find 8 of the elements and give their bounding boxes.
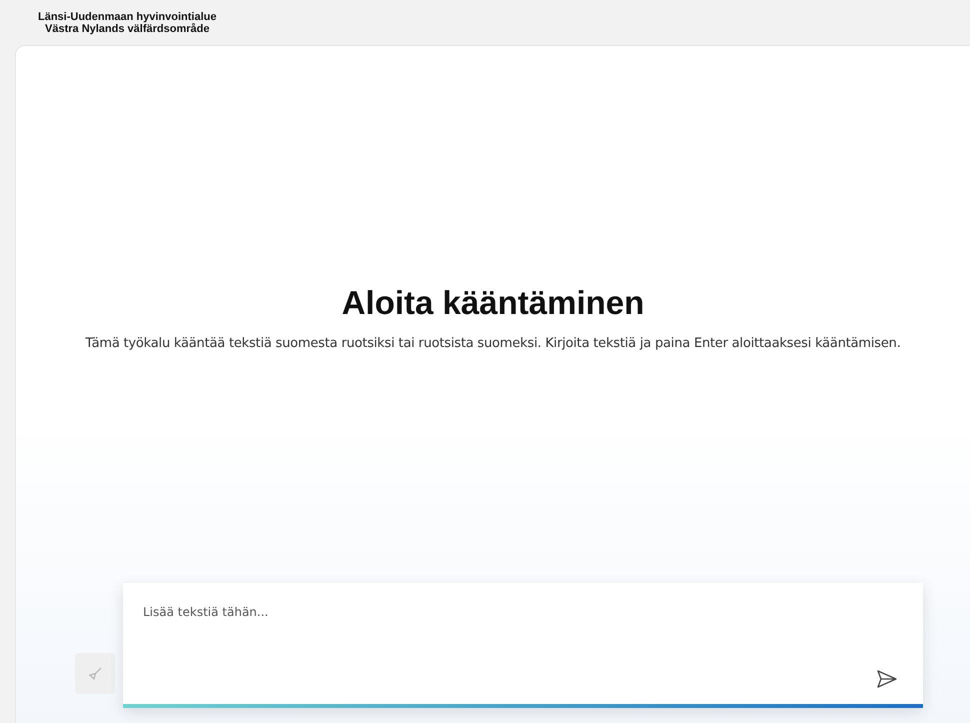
description: Tämä työkalu kääntää tekstiä suomesta ruotsiksi tai ruotsista suomeksi. Kirjoita tekstiä ja paina Enter aloittaaksesi kääntämisen. xyxy=(85,336,901,351)
organization-name: Länsi-Uudenmaan hyvinvointialue xyxy=(38,10,216,22)
send-icon xyxy=(877,670,897,688)
text-input[interactable]: Lisää tekstiä tähän... xyxy=(123,583,923,708)
page-title: Aloita kääntäminen xyxy=(342,284,644,322)
organization-name: Västra Nylands välfärdsområde xyxy=(45,22,210,34)
broom-icon xyxy=(87,666,103,682)
send-button[interactable] xyxy=(877,670,897,688)
